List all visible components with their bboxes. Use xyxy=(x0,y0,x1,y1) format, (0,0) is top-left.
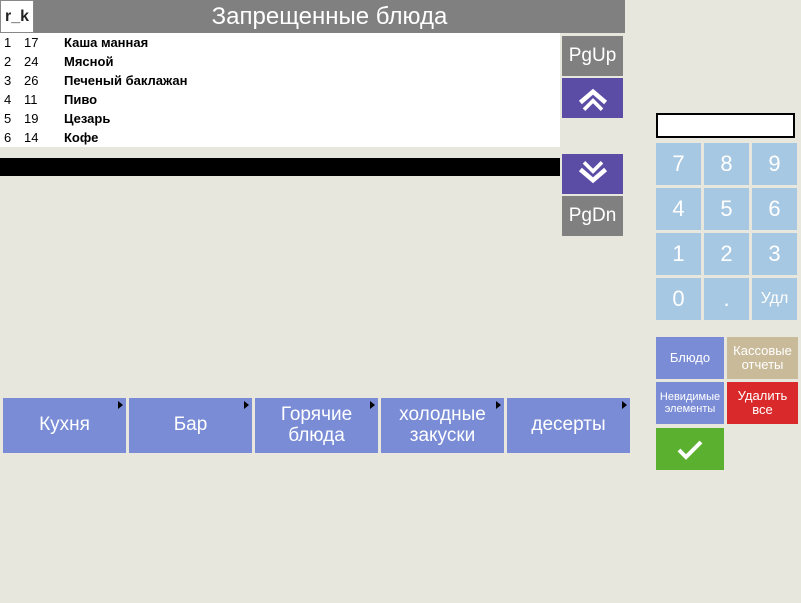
scroll-down-button[interactable] xyxy=(562,154,623,194)
keypad: 789 456 123 0.Удл xyxy=(656,143,797,320)
delete-all-button[interactable]: Удалить все xyxy=(727,382,798,424)
key-Удл[interactable]: Удл xyxy=(752,278,797,320)
header: r_k Запрещенные блюда xyxy=(0,0,625,33)
category-row: КухняБарГорячие блюдахолодные закускидес… xyxy=(3,398,630,453)
list-item[interactable]: 519Цезарь xyxy=(0,109,560,128)
row-code: 11 xyxy=(24,92,64,107)
category-button[interactable]: десерты xyxy=(507,398,630,453)
row-code: 14 xyxy=(24,130,64,145)
list-item[interactable]: 411Пиво xyxy=(0,90,560,109)
row-name: Мясной xyxy=(64,54,113,69)
category-button[interactable]: холодные закуски xyxy=(381,398,504,453)
row-code: 24 xyxy=(24,54,64,69)
key-2[interactable]: 2 xyxy=(704,233,749,275)
list-item[interactable]: 614Кофе xyxy=(0,128,560,147)
key-9[interactable]: 9 xyxy=(752,143,797,185)
confirm-button[interactable] xyxy=(656,428,724,470)
category-button[interactable]: Кухня xyxy=(3,398,126,453)
check-icon xyxy=(676,438,704,460)
list-item[interactable]: 326Печеный баклажан xyxy=(0,71,560,90)
key-7[interactable]: 7 xyxy=(656,143,701,185)
row-index: 3 xyxy=(0,73,24,88)
category-button[interactable]: Горячие блюда xyxy=(255,398,378,453)
row-index: 1 xyxy=(0,35,24,50)
row-code: 19 xyxy=(24,111,64,126)
key-3[interactable]: 3 xyxy=(752,233,797,275)
key-.[interactable]: . xyxy=(704,278,749,320)
page-down-button[interactable]: PgDn xyxy=(562,196,623,236)
key-5[interactable]: 5 xyxy=(704,188,749,230)
page-up-button[interactable]: PgUp xyxy=(562,36,623,76)
row-name: Цезарь xyxy=(64,111,110,126)
hidden-elements-button[interactable]: Невидимые элементы xyxy=(656,382,724,424)
row-index: 6 xyxy=(0,130,24,145)
scroll-up-button[interactable] xyxy=(562,78,623,118)
category-button[interactable]: Бар xyxy=(129,398,252,453)
row-name: Кофе xyxy=(64,130,98,145)
row-code: 26 xyxy=(24,73,64,88)
dish-list: 117Каша манная224Мясной326Печеный баклаж… xyxy=(0,33,560,147)
key-6[interactable]: 6 xyxy=(752,188,797,230)
dish-button[interactable]: Блюдо xyxy=(656,337,724,379)
row-code: 17 xyxy=(24,35,64,50)
row-name: Печеный баклажан xyxy=(64,73,187,88)
row-index: 4 xyxy=(0,92,24,107)
chevron-down-icon xyxy=(575,159,611,189)
key-4[interactable]: 4 xyxy=(656,188,701,230)
numeric-display[interactable] xyxy=(656,113,795,138)
selection-bar xyxy=(0,158,560,176)
list-item[interactable]: 224Мясной xyxy=(0,52,560,71)
row-name: Пиво xyxy=(64,92,97,107)
row-name: Каша манная xyxy=(64,35,148,50)
page-title: Запрещенные блюда xyxy=(34,3,625,31)
row-index: 2 xyxy=(0,54,24,69)
key-1[interactable]: 1 xyxy=(656,233,701,275)
key-8[interactable]: 8 xyxy=(704,143,749,185)
row-index: 5 xyxy=(0,111,24,126)
chevron-up-icon xyxy=(575,83,611,113)
actions: Блюдо Кассовые отчеты Невидимые элементы… xyxy=(656,337,798,424)
key-0[interactable]: 0 xyxy=(656,278,701,320)
list-item[interactable]: 117Каша манная xyxy=(0,33,560,52)
logo: r_k xyxy=(0,0,34,33)
cash-reports-button[interactable]: Кассовые отчеты xyxy=(727,337,798,379)
